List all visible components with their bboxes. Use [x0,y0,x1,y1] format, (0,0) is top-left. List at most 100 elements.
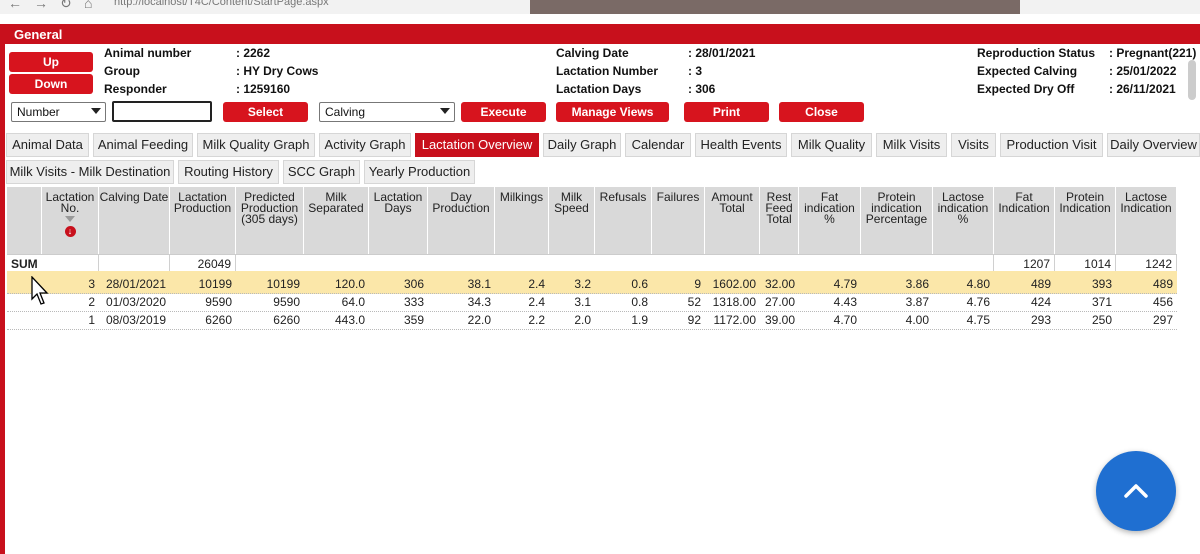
table-cell: 3.2 [574,277,591,291]
table-cell: 4.79 [833,277,857,291]
table-cell: 0.8 [631,295,648,309]
table-header-protein-indication-pct[interactable]: Protein indication Percentage [861,187,933,254]
scroll-to-top-button[interactable] [1096,451,1176,531]
tab-production-visit[interactable]: Production Visit [1000,133,1103,157]
table-cell: 424 [1030,295,1051,309]
table-cell: 4.80 [966,277,990,291]
tab-activity-graph[interactable]: Activity Graph [319,133,411,157]
table-cell: 2.0 [574,313,591,327]
select-button[interactable]: Select [223,102,308,122]
table-cell: 4.75 [966,313,990,327]
close-button[interactable]: Close [779,102,864,122]
table-header-fat-indication[interactable]: Fat Indication [994,187,1055,254]
tab-calendar[interactable]: Calendar [625,133,691,157]
sum-fat-indication: 1207 [994,254,1055,272]
tab-visits[interactable]: Visits [951,133,996,157]
tab-daily-overview[interactable]: Daily Overview [1107,133,1200,157]
down-button[interactable]: Down [9,74,93,94]
back-icon[interactable]: ← [8,0,22,11]
responder-value: : 1259160 [236,82,291,96]
table-cell: 3.1 [574,295,591,309]
table-cell: 38.1 [467,277,491,291]
table-header-lactation-no[interactable]: Lactation No. ↓ [42,187,99,254]
table-cell: 489 [1152,277,1173,291]
table-header-day-production[interactable]: Day Production [428,187,495,254]
expected-dry-off-label: Expected Dry Off [977,82,1075,96]
sort-down-icon[interactable]: ↓ [64,226,76,237]
tab-animal-feeding[interactable]: Animal Feeding [93,133,193,157]
table-cell: 2.4 [528,277,545,291]
expected-calving-value: : 25/01/2022 [1109,64,1177,78]
table-cell: 393 [1091,277,1112,291]
table-cell: 92 [687,313,701,327]
table-cell: 22.0 [467,313,491,327]
reload-icon[interactable]: ↻ [60,0,72,12]
table-cell: 359 [403,313,424,327]
tab-health-events[interactable]: Health Events [695,133,787,157]
tab-animal-data[interactable]: Animal Data [6,133,89,157]
reproduction-status-value: : Pregnant(221) [1109,46,1197,60]
table-header-rest-feed-total[interactable]: Rest Feed Total [760,187,799,254]
animal-number-value: : 2262 [236,46,271,60]
table-header-lactose-indication[interactable]: Lactose Indication [1116,187,1177,254]
forward-icon[interactable]: → [34,0,48,11]
scrollbar-thumb[interactable] [1188,60,1196,100]
tab-lactation-overview[interactable]: Lactation Overview [415,133,539,157]
tab-milk-visits-milk-destination[interactable]: Milk Visits - Milk Destination [6,160,174,184]
table-cell: 10199 [266,277,300,291]
view-select[interactable]: Calving [319,102,455,122]
table-header-refusals[interactable]: Refusals [595,187,652,254]
table-header-milk-separated[interactable]: Milk Separated [304,187,369,254]
tab-milk-quality[interactable]: Milk Quality [791,133,872,157]
tab-milk-quality-graph[interactable]: Milk Quality Graph [197,133,315,157]
sort-triangle-icon[interactable] [65,216,75,222]
print-button[interactable]: Print [684,102,769,122]
table-header-protein-indication[interactable]: Protein Indication [1055,187,1116,254]
up-button[interactable]: Up [9,52,93,72]
table-cell: 1172.00 [713,313,757,327]
execute-button[interactable]: Execute [461,102,546,122]
home-icon[interactable]: ⌂ [84,0,92,11]
table-cell: 120.0 [334,277,365,291]
table-cell: 371 [1091,295,1112,309]
table-header-amount-total[interactable]: Amount Total [705,187,760,254]
table-header-calving-date[interactable]: Calving Date [99,187,170,254]
table-header-fat-indication-pct[interactable]: Fat indication % [799,187,861,254]
table-header-milk-speed[interactable]: Milk Speed [549,187,595,254]
expected-calving-label: Expected Calving [977,64,1078,78]
table-cell: 2.4 [528,295,545,309]
table-cell: 9 [694,277,701,291]
table-cell: 443.0 [334,313,365,327]
tab-yearly-production[interactable]: Yearly Production [364,160,475,184]
table-cell: 39.00 [764,313,795,327]
table-header-predicted-production[interactable]: Predicted Production (305 days) [236,187,304,254]
table-header-lactation-production[interactable]: Lactation Production [170,187,236,254]
table-cell: 6260 [205,313,232,327]
tab-scc-graph[interactable]: SCC Graph [283,160,360,184]
frame-border [0,44,5,554]
chevron-up-icon [1124,484,1148,498]
table-cell: 1602.00 [712,277,756,291]
banner-image [530,0,1020,14]
calving-date-value: : 28/01/2021 [688,46,756,60]
table-cell: 333 [403,295,424,309]
lactation-days-label: Lactation Days [556,82,642,96]
sum-protein-indication: 1014 [1055,254,1116,272]
header-label: Lactation No. [45,190,95,215]
search-input[interactable] [112,101,212,122]
address-bar[interactable]: http://localhost/T4C/Content/StartPage.a… [114,0,329,8]
search-field-select[interactable]: Number [11,102,106,122]
table-cell: 9590 [273,295,300,309]
table-cell: 27.00 [764,295,795,309]
table-header-lactation-days[interactable]: Lactation Days [369,187,428,254]
table-header-failures[interactable]: Failures [652,187,705,254]
tab-routing-history[interactable]: Routing History [178,160,279,184]
table-cell: 34.3 [467,295,491,309]
tab-milk-visits[interactable]: Milk Visits [876,133,947,157]
tab-daily-graph[interactable]: Daily Graph [543,133,621,157]
table-header-lactose-indication-pct[interactable]: Lactose indication % [933,187,994,254]
table-cell: 4.76 [966,295,990,309]
table-header-milkings[interactable]: Milkings [495,187,549,254]
mouse-pointer-icon [31,276,49,305]
manage-views-button[interactable]: Manage Views [556,102,669,122]
